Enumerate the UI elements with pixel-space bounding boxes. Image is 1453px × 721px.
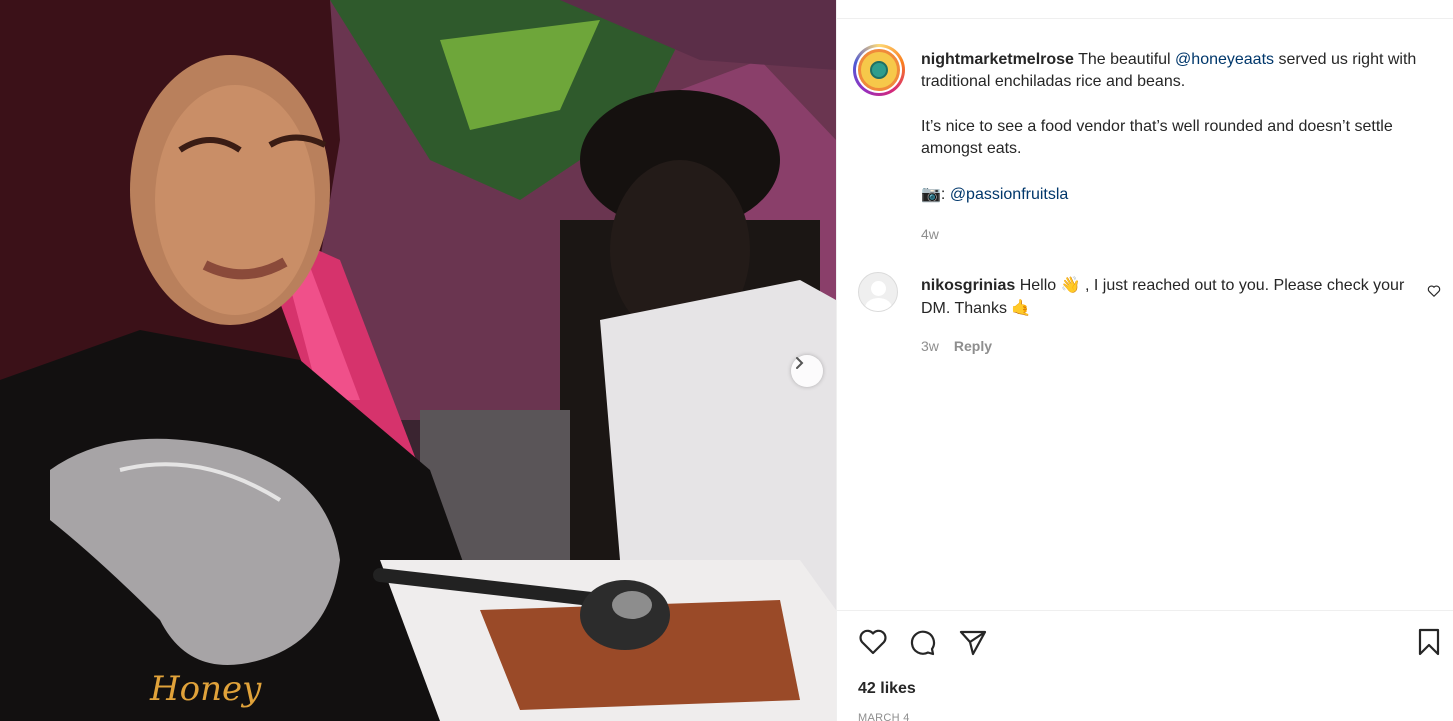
divider <box>837 18 1453 19</box>
globe-logo-icon <box>870 61 888 79</box>
chevron-right-icon <box>796 357 804 369</box>
camera-icon: 📷 <box>921 184 941 203</box>
reply-button[interactable]: Reply <box>954 338 992 354</box>
comment-like-icon[interactable] <box>1427 284 1441 298</box>
next-image-button[interactable] <box>791 355 823 387</box>
author-username[interactable]: nightmarketmelrose <box>921 51 1074 68</box>
photo-credit-link[interactable]: @passionfruitsla <box>950 186 1069 203</box>
heart-icon[interactable] <box>857 626 889 658</box>
post-photo: Honey <box>0 0 836 721</box>
comment-bubble-icon[interactable] <box>906 626 938 658</box>
comment-meta: 3w Reply <box>921 338 992 354</box>
caption-text: nightmarketmelrose The beautiful @honeye… <box>921 49 1451 206</box>
svg-text:Honey: Honey <box>149 669 262 709</box>
bookmark-icon[interactable] <box>1413 626 1445 658</box>
caption-paragraph: It’s nice to see a food vendor that’s we… <box>921 118 1393 157</box>
call-me-hand-emoji-icon: 🤙 <box>1011 298 1032 317</box>
comment-timestamp[interactable]: 3w <box>921 338 939 354</box>
commenter-avatar[interactable] <box>858 272 898 312</box>
author-avatar[interactable] <box>853 44 905 96</box>
commenter-username[interactable]: nikosgrinias <box>921 277 1015 294</box>
post-details-panel: nightmarketmelrose The beautiful @honeye… <box>836 0 1453 721</box>
mention-link[interactable]: @honeyeaats <box>1175 51 1274 68</box>
wave-emoji-icon: 👋 <box>1060 275 1081 294</box>
likes-count[interactable]: 42 likes <box>858 680 916 698</box>
paper-plane-icon[interactable] <box>957 626 989 658</box>
post-timestamp[interactable]: 4w <box>921 226 939 242</box>
post-date: MARCH 4 <box>858 712 910 721</box>
comment-text: nikosgrinias Hello 👋 , I just reached ou… <box>921 275 1405 317</box>
post-media[interactable]: Honey <box>0 0 836 721</box>
divider <box>837 610 1453 611</box>
